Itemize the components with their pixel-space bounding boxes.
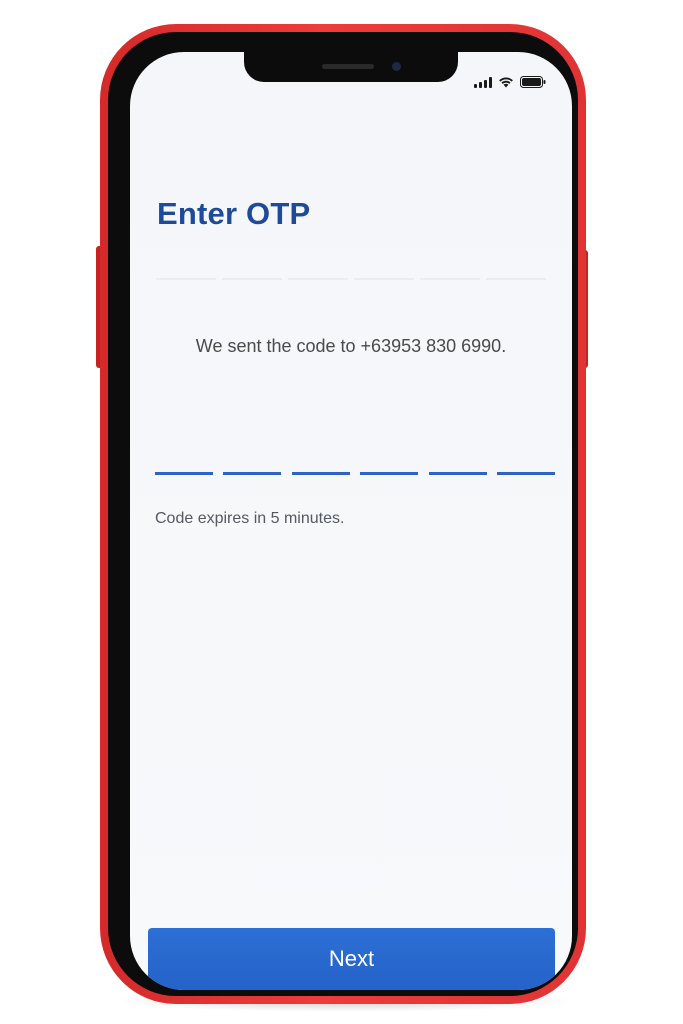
otp-input-group — [155, 452, 555, 475]
phone-frame: Enter OTP We sent the code to +63953 830… — [100, 24, 586, 1004]
speaker-grille — [322, 64, 374, 69]
front-camera — [392, 62, 401, 71]
code-sent-message: We sent the code to +63953 830 6990. — [195, 336, 507, 356]
otp-digit-input[interactable] — [360, 452, 419, 475]
code-expiry-note: Code expires in 5 minutes. — [155, 510, 345, 527]
phone-bezel: Enter OTP We sent the code to +63953 830… — [108, 32, 578, 996]
otp-digit-input[interactable] — [496, 452, 555, 475]
page-title: Enter OTP — [157, 196, 311, 231]
otp-digit-input[interactable] — [428, 452, 487, 475]
next-button[interactable]: Next — [148, 928, 555, 990]
notch — [244, 52, 458, 82]
cellular-signal-icon — [474, 77, 492, 88]
otp-digit-input[interactable] — [155, 452, 213, 475]
otp-digit-input[interactable] — [223, 452, 282, 475]
wifi-icon — [498, 76, 514, 88]
otp-digit-input[interactable] — [291, 452, 350, 475]
phone-screen: Enter OTP We sent the code to +63953 830… — [130, 52, 572, 990]
status-bar — [474, 74, 546, 88]
divider — [156, 278, 548, 280]
battery-icon — [520, 76, 546, 88]
